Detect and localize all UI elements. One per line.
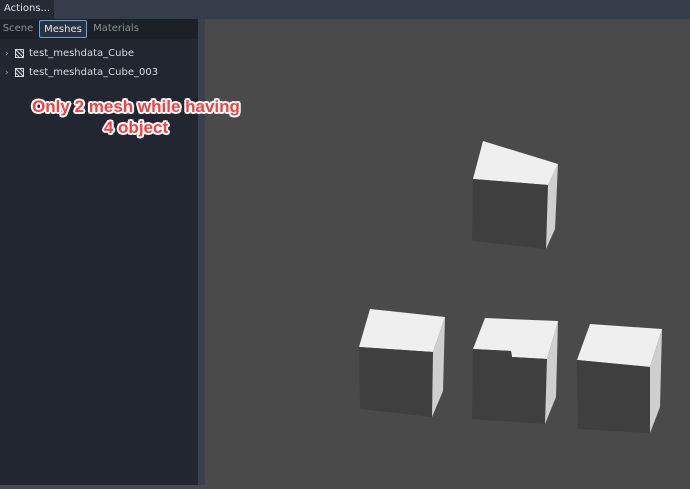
- import-sidebar: Scene Meshes Materials › test_meshdata_C…: [0, 19, 198, 485]
- tab-meshes[interactable]: Meshes: [39, 20, 87, 38]
- annotation-line-1: Only 2 mesh while having: [32, 97, 240, 116]
- cube-object[interactable]: [472, 141, 558, 249]
- tree-item-label: test_meshdata_Cube_003: [29, 67, 159, 78]
- chevron-right-icon[interactable]: ›: [5, 64, 13, 82]
- chevron-right-icon[interactable]: ›: [5, 45, 13, 63]
- top-toolbar: Actions...: [0, 0, 690, 19]
- cube-object[interactable]: [577, 324, 662, 433]
- tab-materials[interactable]: Materials: [89, 20, 143, 38]
- viewport-scene: [359, 141, 662, 433]
- mesh-icon: [15, 49, 24, 58]
- cube-object[interactable]: [359, 309, 445, 417]
- tab-bar: Scene Meshes Materials: [0, 19, 198, 39]
- tree-item-test-meshdata-cube-003[interactable]: › test_meshdata_Cube_003: [0, 64, 198, 82]
- tree-item-test-meshdata-cube[interactable]: › test_meshdata_Cube: [0, 45, 198, 63]
- mesh-icon: [15, 68, 24, 77]
- tab-scene[interactable]: Scene: [0, 20, 36, 38]
- cube-object[interactable]: [472, 318, 558, 424]
- 3d-viewport[interactable]: [205, 19, 690, 485]
- sidebar-splitter[interactable]: [198, 19, 205, 485]
- actions-menu-button[interactable]: Actions...: [0, 0, 55, 19]
- annotation-line-2: 4 object: [103, 118, 169, 137]
- annotation-overlay: Only 2 mesh while having 4 object: [0, 96, 272, 138]
- tree-item-label: test_meshdata_Cube: [29, 48, 134, 59]
